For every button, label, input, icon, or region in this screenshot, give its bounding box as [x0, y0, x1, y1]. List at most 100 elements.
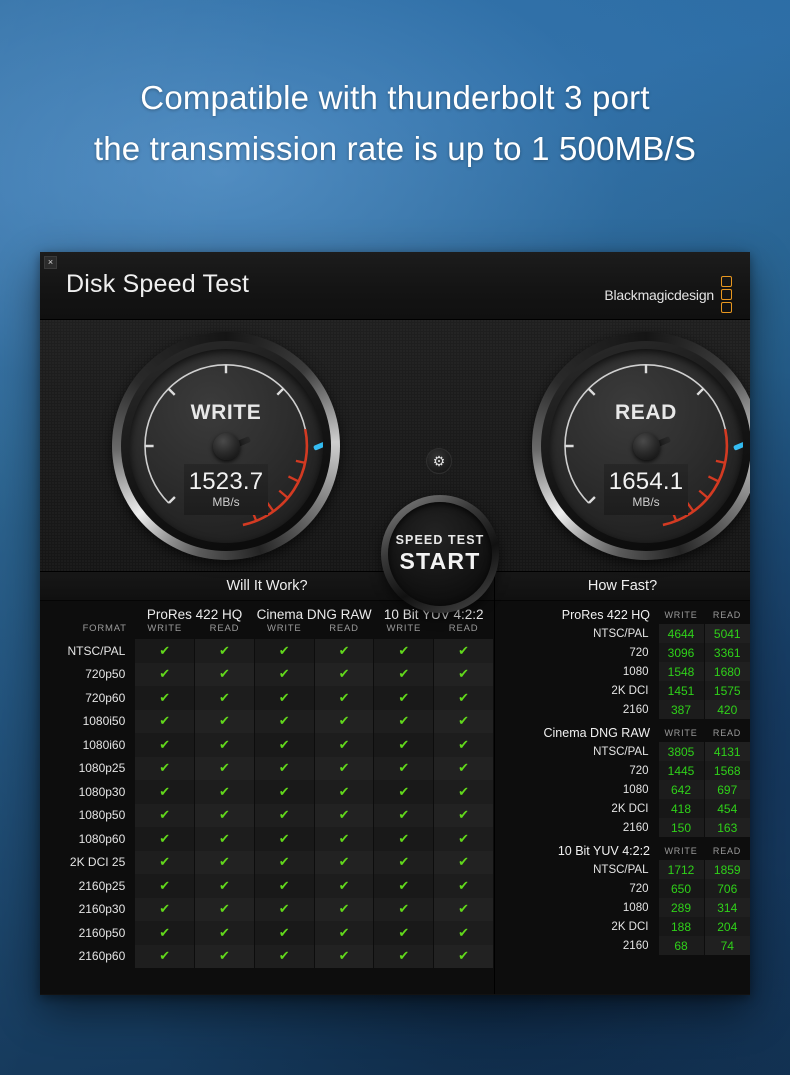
format-label: 1080p25	[78, 761, 126, 776]
check-icon: ✔	[373, 921, 435, 945]
read-speed-value: 454	[703, 799, 750, 818]
how-fast-section-header: Cinema DNG RAW WRITE READ	[495, 719, 750, 742]
read-speed-value: 697	[703, 780, 750, 799]
table-row: 2160 150 163	[495, 818, 750, 837]
how-fast-panel: How Fast? ProRes 422 HQ WRITE READ NTSC/PAL…	[495, 572, 750, 994]
check-icon: ✔	[134, 874, 196, 898]
how-fast-title: How Fast?	[495, 572, 750, 601]
resolution-label: 2160	[622, 939, 649, 952]
will-it-work-table: ProRes 422 HQ Cinema DNG RAW 10 Bit YUV …	[40, 601, 494, 968]
table-row: 1080p50 ✔ ✔ ✔ ✔ ✔ ✔	[40, 803, 494, 827]
write-speed-value: 650	[657, 879, 704, 898]
write-speed-value: 3805	[657, 742, 704, 761]
brand-logo: Blackmagicdesign	[604, 276, 732, 313]
table-row: 2160p30 ✔ ✔ ✔ ✔ ✔ ✔	[40, 897, 494, 921]
read-needle-hub	[632, 432, 660, 460]
table-row: 2160p25 ✔ ✔ ✔ ✔ ✔ ✔	[40, 874, 494, 898]
write-value: 1523.7	[188, 468, 264, 495]
check-icon: ✔	[253, 780, 315, 804]
read-gauge-label: READ	[615, 401, 677, 424]
subheader-read-2: READ	[448, 623, 479, 634]
table-row: NTSC/PAL 1712 1859	[495, 860, 750, 879]
write-readout: 1523.7 MB/s	[184, 464, 268, 515]
check-icon: ✔	[373, 803, 435, 827]
section-name: 10 Bit YUV 4:2:2	[557, 844, 650, 858]
table-row: 2160 387 420	[495, 700, 750, 719]
read-speed-value: 1568	[703, 761, 750, 780]
read-readout: 1654.1 MB/s	[604, 464, 688, 515]
subheader-row: FORMAT WRITE READ WRITE READ WRITE READ	[40, 623, 494, 639]
table-row: 720p50 ✔ ✔ ✔ ✔ ✔ ✔	[40, 662, 494, 686]
write-speed-value: 418	[657, 799, 704, 818]
check-icon: ✔	[433, 662, 494, 686]
check-icon: ✔	[194, 780, 255, 804]
check-icon: ✔	[433, 850, 494, 874]
check-icon: ✔	[253, 756, 315, 780]
headline: Compatible with thunderbolt 3 port the t…	[0, 72, 790, 174]
table-row: 2160p60 ✔ ✔ ✔ ✔ ✔ ✔	[40, 944, 494, 968]
close-icon[interactable]: ×	[44, 256, 57, 269]
check-icon: ✔	[253, 662, 315, 686]
check-icon: ✔	[433, 874, 494, 898]
codec-header-1: Cinema DNG RAW	[256, 607, 372, 622]
gauge-face: WRITE 1523.7 MB/s	[129, 349, 323, 543]
check-icon: ✔	[433, 921, 494, 945]
table-row: 1080i60 ✔ ✔ ✔ ✔ ✔ ✔	[40, 733, 494, 757]
table-row: 720 3096 3361	[495, 643, 750, 662]
check-icon: ✔	[134, 897, 196, 921]
check-icon: ✔	[373, 780, 435, 804]
start-button-inner: SPEED TEST START	[388, 502, 492, 606]
subheader-write-0: WRITE	[147, 623, 182, 634]
speed-test-start-button[interactable]: SPEED TEST START	[381, 495, 499, 613]
resolution-label: 720	[629, 882, 649, 895]
check-icon: ✔	[253, 803, 315, 827]
check-icon: ✔	[134, 921, 196, 945]
table-row: NTSC/PAL 4644 5041	[495, 624, 750, 643]
window-titlebar: × Disk Speed Test Blackmagicdesign	[40, 252, 750, 320]
check-icon: ✔	[313, 780, 375, 804]
subheader-read: READ	[712, 846, 742, 856]
resolution-label: 1080	[622, 901, 649, 914]
write-speed-value: 188	[657, 917, 704, 936]
check-icon: ✔	[313, 827, 375, 851]
section-name: ProRes 422 HQ	[561, 608, 650, 622]
check-icon: ✔	[433, 733, 494, 757]
check-icon: ✔	[313, 733, 375, 757]
subheader-read-1: READ	[329, 623, 359, 634]
check-icon: ✔	[253, 944, 315, 968]
write-speed-value: 387	[657, 700, 704, 719]
table-row: 1080p60 ✔ ✔ ✔ ✔ ✔ ✔	[40, 827, 494, 851]
subheader-read: READ	[712, 728, 742, 738]
check-icon: ✔	[373, 733, 435, 757]
read-speed-value: 1859	[703, 860, 750, 879]
check-icon: ✔	[313, 756, 375, 780]
table-row: 2160p50 ✔ ✔ ✔ ✔ ✔ ✔	[40, 921, 494, 945]
check-icon: ✔	[194, 921, 255, 945]
check-icon: ✔	[134, 756, 196, 780]
gear-icon[interactable]: ⚙	[426, 448, 452, 474]
table-row: 2160 68 74	[495, 936, 750, 955]
check-icon: ✔	[313, 850, 375, 874]
resolution-label: 2K DCI	[611, 684, 649, 697]
check-icon: ✔	[373, 944, 435, 968]
resolution-label: NTSC/PAL	[593, 863, 649, 876]
write-needle-hub	[212, 432, 240, 460]
check-icon: ✔	[373, 639, 435, 663]
check-icon: ✔	[194, 897, 255, 921]
check-icon: ✔	[253, 639, 315, 663]
check-icon: ✔	[433, 827, 494, 851]
write-speed-value: 3096	[657, 643, 704, 662]
check-icon: ✔	[134, 827, 196, 851]
format-label: 1080p60	[78, 831, 126, 846]
gauges-panel: WRITE 1523.7 MB/s READ 1654.1 MB/s ⚙ SPE…	[40, 320, 750, 613]
check-icon: ✔	[134, 686, 196, 710]
write-gauge: WRITE 1523.7 MB/s	[112, 332, 340, 560]
write-speed-value: 4644	[657, 624, 704, 643]
check-icon: ✔	[433, 803, 494, 827]
spacer-cell	[40, 601, 135, 623]
check-icon: ✔	[433, 944, 494, 968]
table-row: 1080 1548 1680	[495, 662, 750, 681]
resolution-label: 720	[629, 764, 649, 777]
check-icon: ✔	[313, 897, 375, 921]
subheader-write: WRITE	[664, 728, 698, 738]
